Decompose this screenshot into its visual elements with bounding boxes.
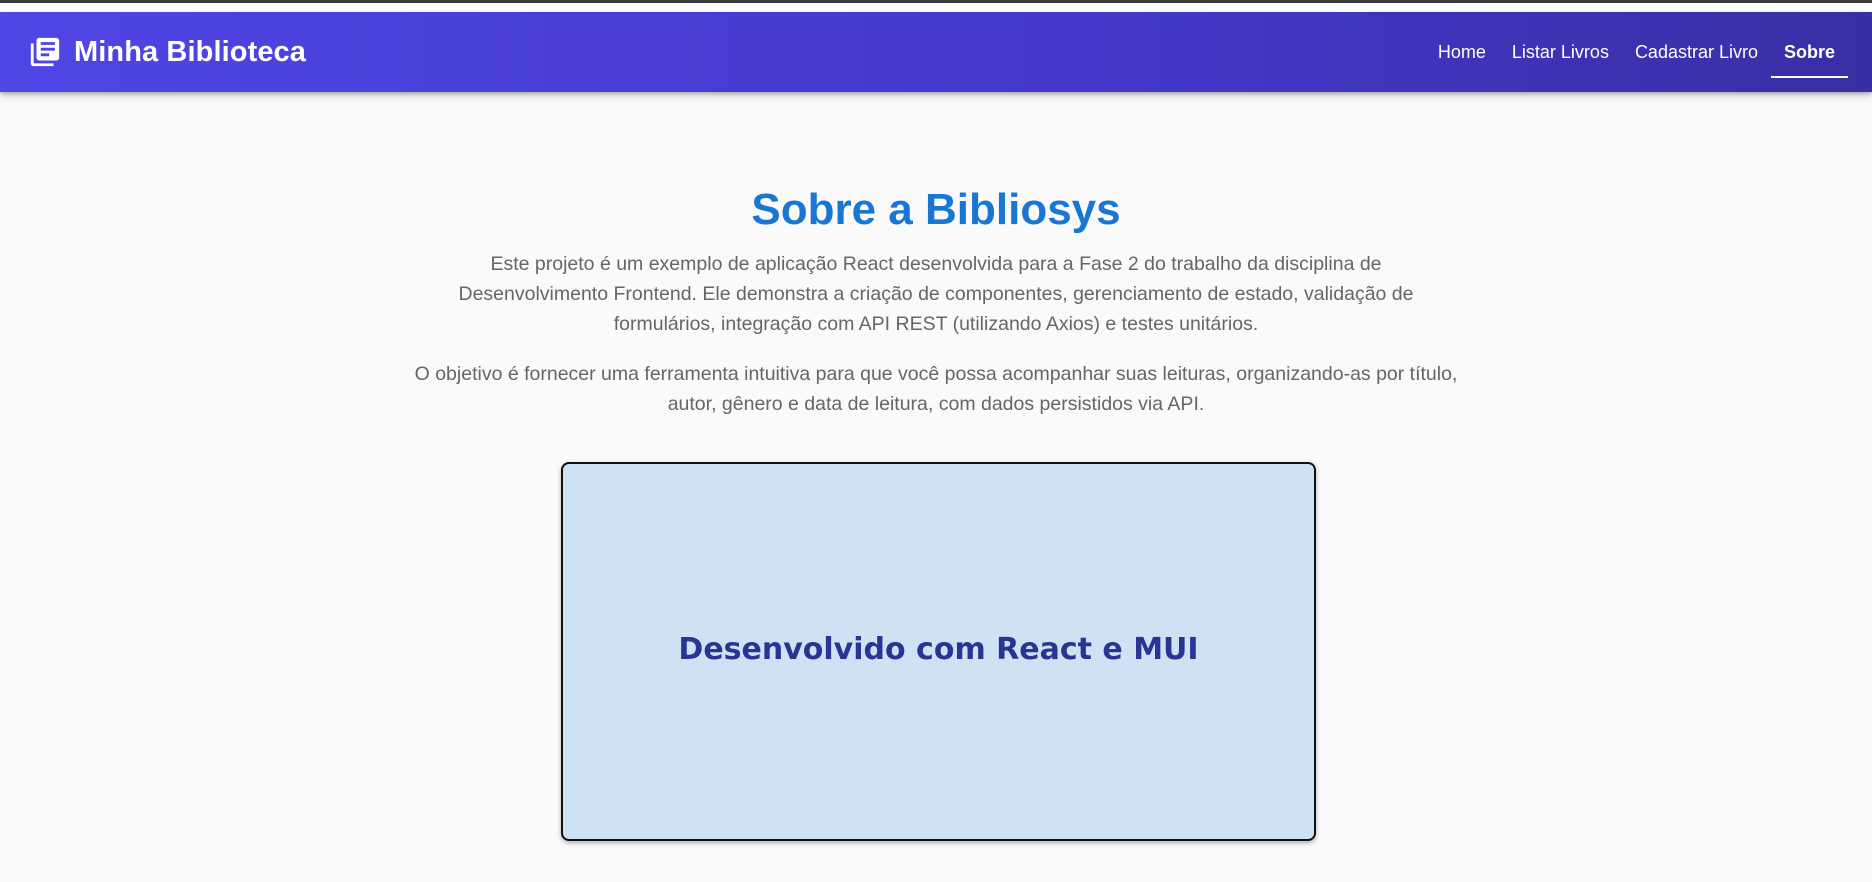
objective-paragraph: O objetivo é fornecer uma ferramenta int… bbox=[414, 363, 1458, 415]
window-top-gap bbox=[0, 3, 1872, 12]
nav-link-cadastrar-livro[interactable]: Cadastrar Livro bbox=[1622, 12, 1771, 92]
brand-title: Minha Biblioteca bbox=[74, 35, 307, 68]
nav-link-sobre[interactable]: Sobre bbox=[1770, 12, 1849, 92]
main-nav: Home Listar Livros Cadastrar Livro Sobre bbox=[1425, 12, 1849, 92]
main-content: Sobre a Bibliosys Este projeto é um exem… bbox=[0, 92, 1872, 419]
nav-link-home[interactable]: Home bbox=[1425, 12, 1499, 92]
brand[interactable]: Minha Biblioteca bbox=[28, 35, 306, 69]
tech-card-text: Desenvolvido com React e MUI bbox=[678, 632, 1199, 667]
nav-link-listar-livros[interactable]: Listar Livros bbox=[1499, 12, 1622, 92]
page-title: Sobre a Bibliosys bbox=[751, 185, 1121, 234]
app-bar: Minha Biblioteca Home Listar Livros Cada… bbox=[0, 12, 1872, 92]
library-books-icon bbox=[28, 35, 62, 69]
tech-card: Desenvolvido com React e MUI bbox=[561, 462, 1316, 841]
intro-paragraph: Este projeto é um exemplo de aplicação R… bbox=[458, 253, 1414, 335]
